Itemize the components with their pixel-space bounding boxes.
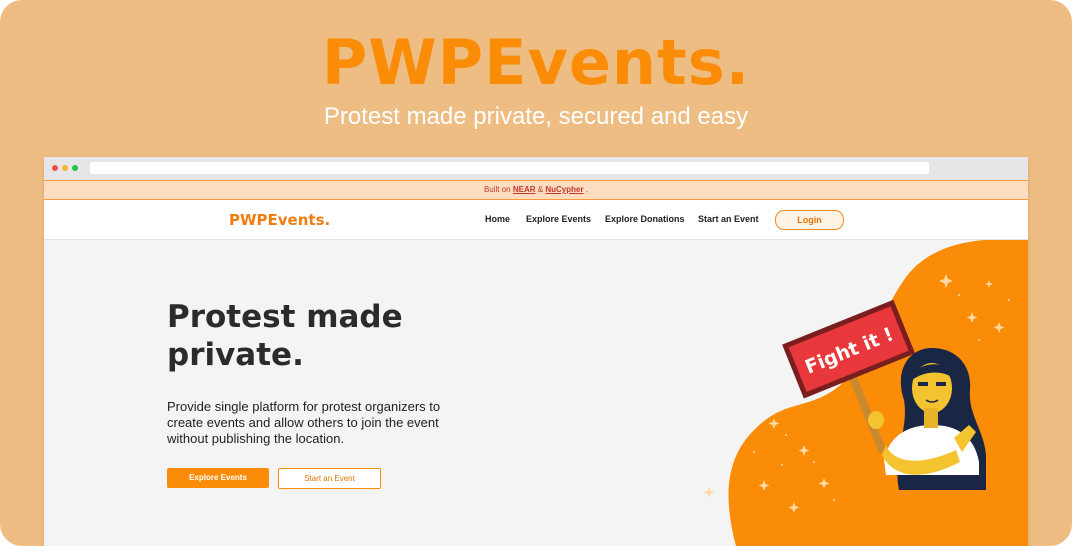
banner-amp: & (537, 185, 544, 194)
site-logo[interactable]: PWPEvents. (229, 210, 330, 230)
maximize-dot-icon[interactable] (72, 165, 78, 171)
browser-window: Built on NEAR & NuCypher . PWPEvents. Ho… (44, 157, 1028, 546)
orange-blob (728, 240, 1028, 546)
close-dot-icon[interactable] (52, 165, 58, 171)
nucypher-link[interactable]: NuCypher (545, 185, 583, 194)
nav-start-event[interactable]: Start an Event (698, 214, 759, 225)
login-button[interactable]: Login (775, 210, 844, 230)
minimize-dot-icon[interactable] (62, 165, 68, 171)
promo-card: PWPEvents. Protest made private, secured… (0, 0, 1072, 546)
start-event-button[interactable]: Start an Event (278, 468, 381, 489)
promo-subtitle: Protest made private, secured and easy (323, 103, 749, 130)
protester-illustration: Fight it ! (703, 240, 1028, 546)
near-link[interactable]: NEAR (513, 185, 536, 194)
site-navbar: PWPEvents. Home Explore Events Explore D… (44, 200, 1028, 240)
built-on-banner: Built on NEAR & NuCypher . (44, 180, 1028, 200)
banner-suffix: . (585, 185, 589, 194)
address-bar[interactable] (90, 162, 929, 174)
hero-title: Protest made private. (167, 299, 403, 373)
explore-events-button[interactable]: Explore Events (167, 468, 269, 488)
nav-home[interactable]: Home (485, 214, 510, 225)
nav-explore-events[interactable]: Explore Events (526, 214, 591, 225)
hero-description: Provide single platform for protest orga… (167, 399, 441, 446)
banner-prefix: Built on (483, 185, 511, 194)
promo-title: PWPEvents. (321, 26, 751, 99)
hero-section: Protest made private. Provide single pla… (44, 240, 1028, 546)
nav-explore-donations[interactable]: Explore Donations (605, 214, 685, 225)
browser-chrome (44, 157, 1028, 180)
